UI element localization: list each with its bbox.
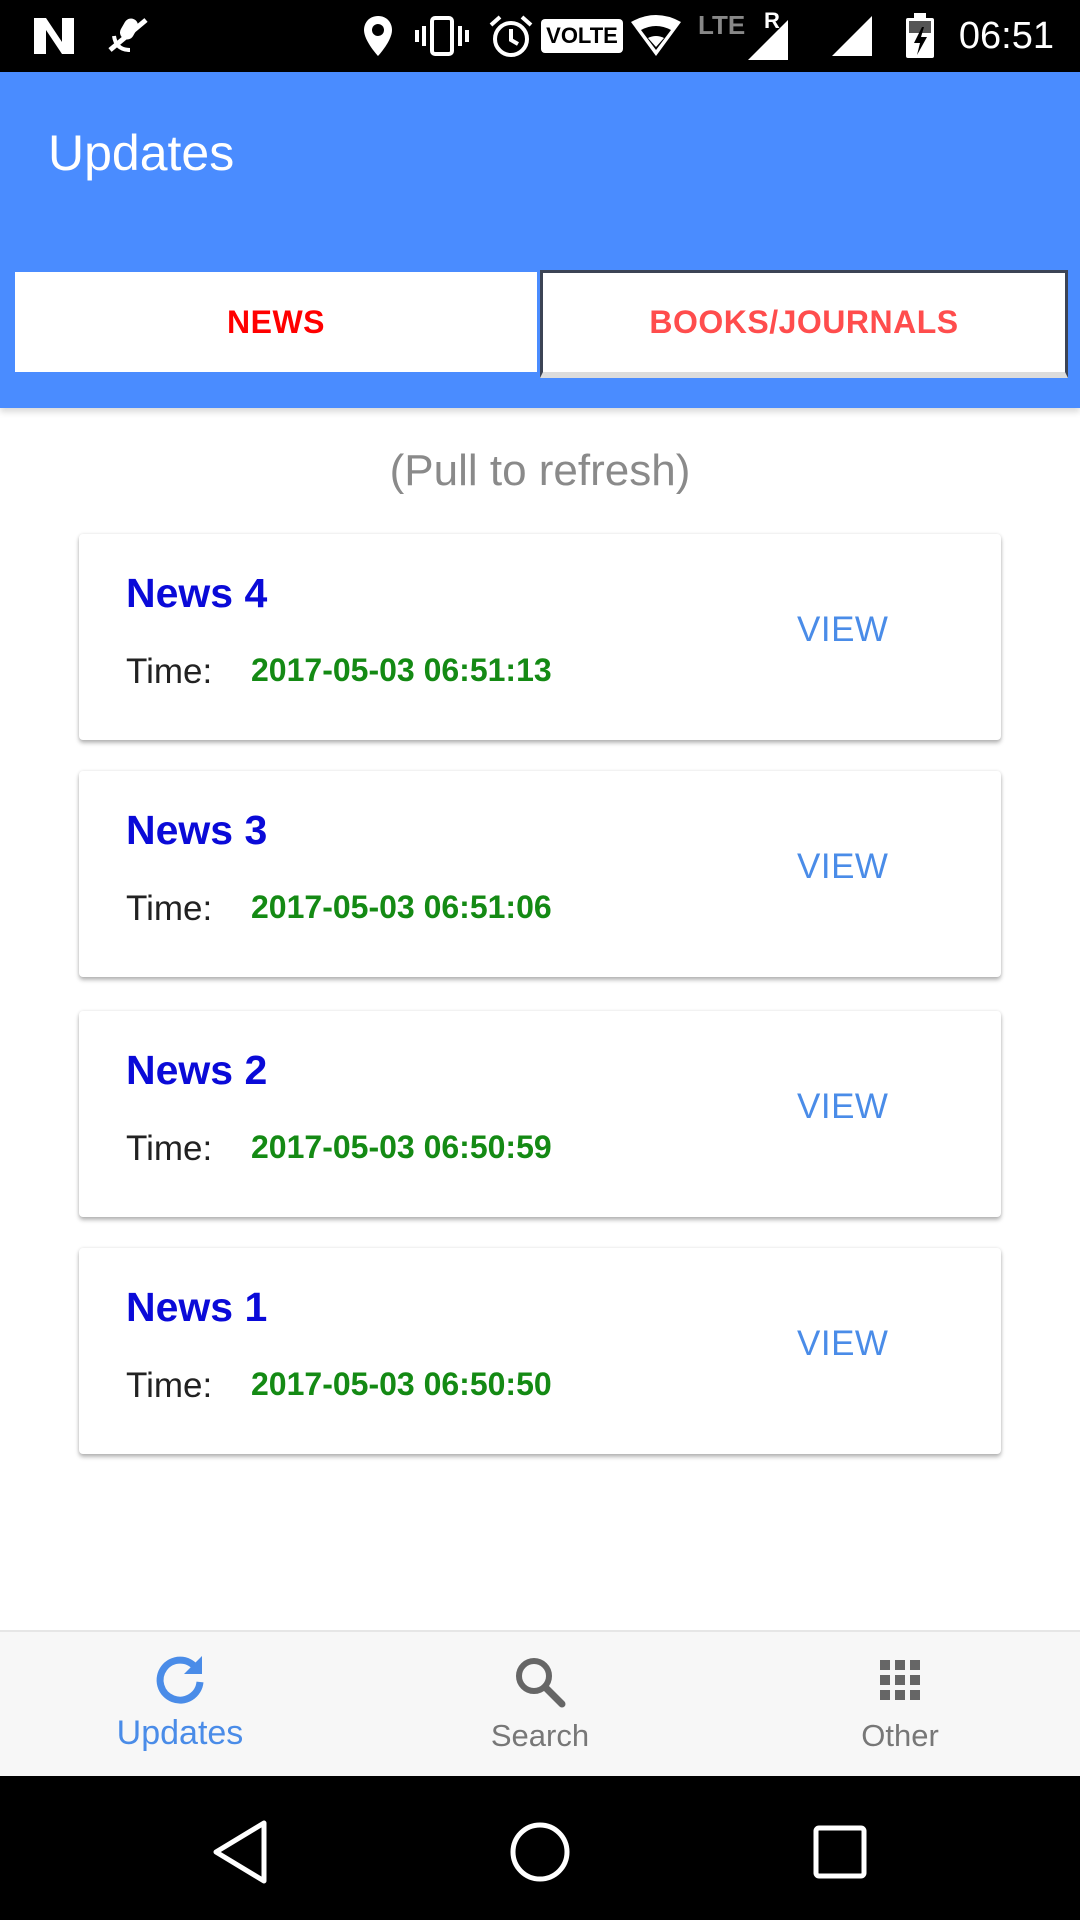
signal-icon (828, 12, 876, 60)
nav-item-other[interactable]: Other (720, 1632, 1080, 1778)
view-button[interactable]: VIEW (797, 1087, 888, 1127)
alarm-icon (486, 12, 536, 60)
nav-label: Updates (116, 1714, 244, 1752)
news-time: 2017-05-03 06:51:13 (251, 652, 552, 688)
time-label: Time: (126, 889, 213, 928)
refresh-icon (0, 1650, 360, 1710)
volte-label: VOLTE (541, 19, 623, 53)
home-icon[interactable] (500, 1812, 580, 1892)
search-icon (360, 1650, 720, 1710)
news-card: News 3 Time: 2017-05-03 06:51:06 VIEW (79, 771, 1001, 977)
wifi-icon (628, 12, 684, 60)
clock: 06:51 (958, 15, 1054, 57)
news-title: News 2 (126, 1047, 268, 1093)
grid-icon (720, 1650, 1080, 1710)
lte-roaming-signal-icon: LTE R (696, 8, 788, 60)
tab-books-journals[interactable]: BOOKS/JOURNALS (540, 270, 1068, 378)
lte-label: LTE (698, 10, 746, 40)
system-navigation-bar (0, 1776, 1080, 1920)
bottom-navigation: Updates Search Other (0, 1630, 1080, 1776)
news-title: News 3 (126, 807, 268, 853)
view-button[interactable]: VIEW (797, 1324, 888, 1364)
news-title: News 4 (126, 570, 268, 616)
pull-to-refresh-hint: (Pull to refresh) (389, 446, 691, 495)
status-bar: VOLTE LTE R 06:51 (0, 0, 1080, 72)
location-icon (358, 12, 398, 60)
news-time: 2017-05-03 06:50:50 (251, 1366, 552, 1402)
battery-charging-icon (902, 12, 938, 60)
news-time: 2017-05-03 06:51:06 (251, 889, 552, 925)
news-card: News 4 Time: 2017-05-03 06:51:13 VIEW (79, 534, 1001, 740)
volte-icon: VOLTE (541, 12, 623, 60)
nav-item-search[interactable]: Search (360, 1632, 720, 1778)
tab-news[interactable]: NEWS (15, 272, 537, 372)
nav-label: Other (861, 1718, 939, 1753)
n-logo-icon (30, 12, 78, 60)
vibrate-icon (414, 12, 470, 60)
news-time: 2017-05-03 06:50:59 (251, 1129, 552, 1165)
recents-icon[interactable] (800, 1812, 880, 1892)
back-icon[interactable] (200, 1812, 280, 1892)
news-card: News 1 Time: 2017-05-03 06:50:50 VIEW (79, 1248, 1001, 1454)
time-label: Time: (126, 1129, 213, 1168)
news-card: News 2 Time: 2017-05-03 06:50:59 VIEW (79, 1011, 1001, 1217)
nav-label: Search (490, 1718, 590, 1753)
view-button[interactable]: VIEW (797, 847, 888, 887)
no-mic-icon (100, 12, 156, 60)
app-bar: Updates NEWS BOOKS/JOURNALS (0, 72, 1080, 408)
time-label: Time: (126, 652, 213, 691)
page-title: Updates (48, 125, 235, 181)
time-label: Time: (126, 1366, 213, 1405)
view-button[interactable]: VIEW (797, 610, 888, 650)
nav-item-updates[interactable]: Updates (0, 1632, 360, 1778)
news-title: News 1 (126, 1284, 268, 1330)
